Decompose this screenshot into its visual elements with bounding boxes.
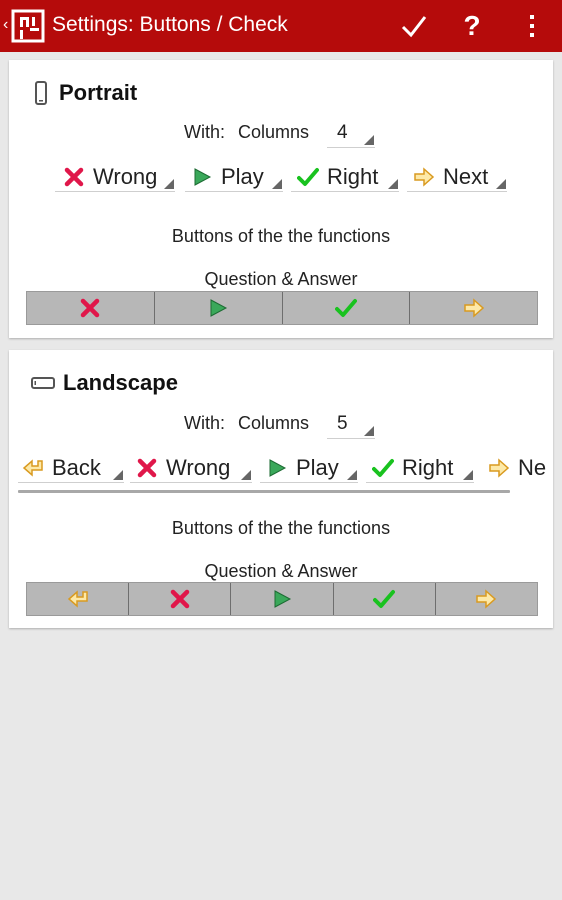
overflow-menu-icon [530, 15, 534, 37]
preview-next-button[interactable] [410, 292, 537, 324]
landscape-preview-bar [26, 582, 538, 616]
portrait-button-2-spinner[interactable]: Play [185, 162, 283, 192]
landscape-columns-spinner[interactable]: 5 [327, 409, 375, 439]
app-logo-icon[interactable] [10, 8, 46, 44]
preview-right-button[interactable] [334, 583, 436, 615]
portrait-card: Portrait With: Columns 4 Wrong Play Righ… [9, 60, 553, 338]
portrait-title: Portrait [59, 80, 138, 105]
wrong-x-icon [81, 298, 100, 318]
play-icon [266, 457, 288, 479]
landscape-button-4-spinner[interactable]: Right [366, 453, 474, 483]
columns-label: Columns [238, 122, 310, 142]
right-check-icon [334, 299, 357, 317]
save-check-button[interactable] [394, 8, 434, 44]
landscape-columns-value: 5 [337, 412, 348, 434]
next-arrow-icon [476, 589, 497, 609]
preview-play-button[interactable] [231, 583, 334, 615]
portrait-preview-bar [26, 291, 538, 325]
with-label: With: [184, 122, 226, 142]
landscape-card: Landscape With: Columns 5 Back Wrong Pla… [9, 350, 553, 628]
columns-label: Columns [238, 413, 310, 433]
portrait-qa-label: Question & Answer [204, 269, 358, 289]
page-title: Settings: Buttons / Check [52, 13, 288, 36]
wrong-x-icon [136, 457, 158, 479]
portrait-button-1-spinner[interactable]: Wrong [55, 162, 175, 192]
preview-wrong-button[interactable] [129, 583, 232, 615]
portrait-columns-spinner[interactable]: 4 [327, 118, 375, 148]
portrait-functions-label: Buttons of the the functions [171, 226, 391, 246]
preview-play-button[interactable] [155, 292, 283, 324]
check-icon [401, 16, 427, 38]
phone-landscape-icon [31, 377, 55, 389]
wrong-x-icon [63, 166, 85, 188]
landscape-qa-label: Question & Answer [204, 561, 358, 581]
app-bar: ‹ Settings: Buttons / Check ? [0, 0, 562, 52]
preview-next-button[interactable] [436, 583, 537, 615]
preview-wrong-button[interactable] [27, 292, 155, 324]
landscape-button-2-spinner[interactable]: Wrong [130, 453, 252, 483]
preview-right-button[interactable] [283, 292, 411, 324]
landscape-button-5-spinner[interactable]: Ne [482, 453, 553, 483]
next-arrow-icon [463, 298, 484, 318]
play-icon [210, 299, 228, 317]
right-check-icon [373, 590, 396, 608]
phone-portrait-icon [35, 81, 47, 105]
next-arrow-icon [413, 166, 435, 188]
portrait-button-4-spinner[interactable]: Next [407, 162, 507, 192]
preview-back-button[interactable] [27, 583, 130, 615]
next-arrow-icon [488, 457, 510, 479]
landscape-button-3-spinner[interactable]: Play [260, 453, 358, 483]
portrait-button-3-spinner[interactable]: Right [291, 162, 399, 192]
landscape-title: Landscape [63, 370, 178, 395]
horizontal-scrollbar[interactable] [18, 490, 510, 493]
right-check-icon [372, 457, 394, 479]
with-label: With: [184, 413, 226, 433]
wrong-x-icon [170, 589, 190, 609]
portrait-header: Portrait [31, 80, 137, 106]
up-caret-icon[interactable]: ‹ [3, 16, 8, 34]
play-icon [274, 590, 292, 608]
back-arrow-icon [22, 457, 44, 479]
back-arrow-icon [67, 590, 88, 608]
overflow-menu-button[interactable] [512, 8, 552, 44]
landscape-header: Landscape [31, 370, 178, 396]
play-icon [191, 166, 213, 188]
landscape-button-1-spinner[interactable]: Back [18, 453, 124, 483]
help-icon: ? [463, 10, 481, 41]
right-check-icon [297, 166, 319, 188]
help-button[interactable]: ? [452, 8, 492, 44]
portrait-columns-value: 4 [337, 121, 348, 143]
landscape-functions-label: Buttons of the the functions [171, 518, 391, 538]
